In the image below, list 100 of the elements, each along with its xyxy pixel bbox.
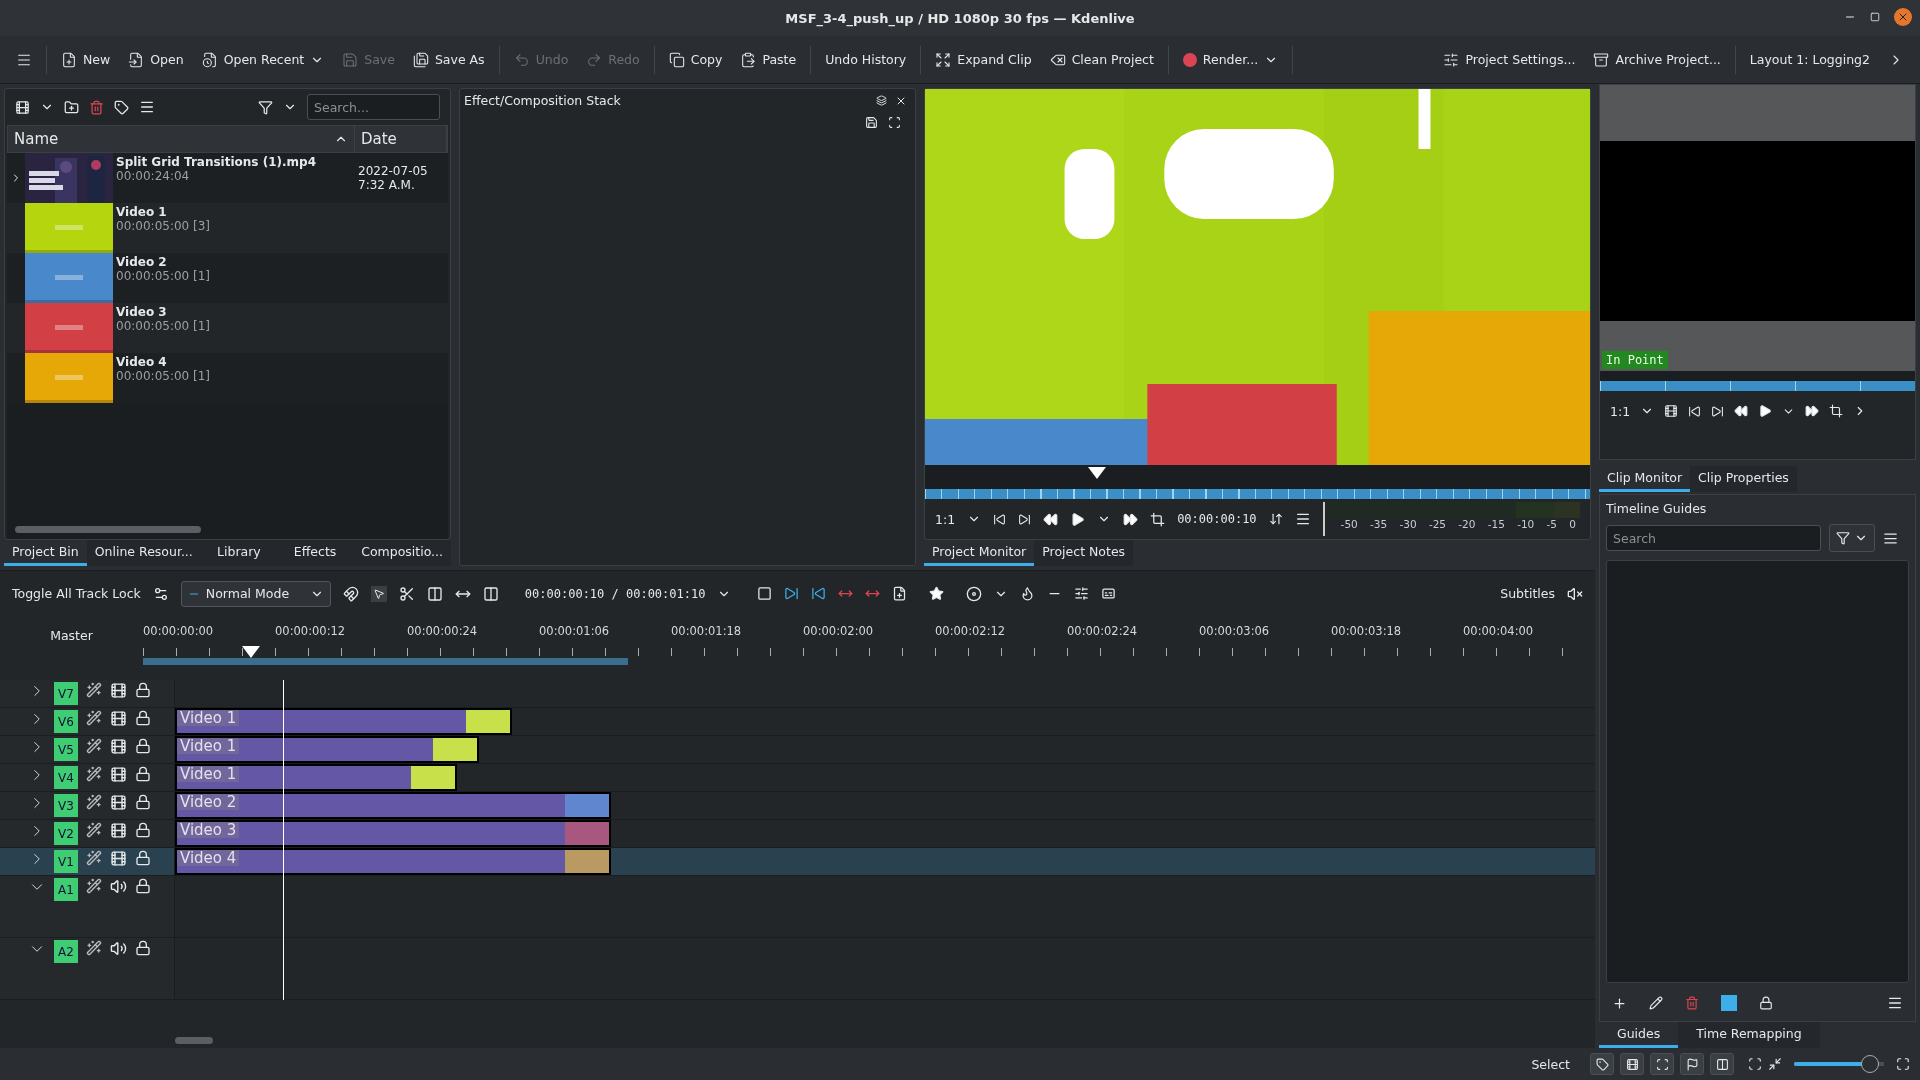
lock-icon[interactable] xyxy=(135,710,151,726)
timeline-clip[interactable]: Video 3 xyxy=(175,820,611,847)
zoom-selector[interactable]: 1:1 xyxy=(935,511,956,527)
film-button[interactable] xyxy=(1620,1053,1644,1075)
track-name[interactable]: V3 xyxy=(54,794,78,817)
bin-item[interactable]: Video 3 00:00:05:00 [1] xyxy=(7,303,448,353)
columns-button[interactable] xyxy=(1710,1053,1734,1075)
toolbar-button[interactable]: Clean Project xyxy=(1041,44,1162,75)
lock-icon[interactable] xyxy=(1759,996,1773,1010)
lock-icon[interactable] xyxy=(135,766,151,782)
zoom-selector[interactable]: 1:1 xyxy=(1610,403,1631,419)
wand-icon[interactable] xyxy=(86,878,102,894)
toolbar-button[interactable]: Project Settings... xyxy=(1435,44,1584,75)
toolbar-button[interactable]: Open xyxy=(120,44,192,75)
scrollbar-handle[interactable] xyxy=(15,525,201,533)
track-name[interactable]: V7 xyxy=(54,682,78,705)
lock-icon[interactable] xyxy=(135,878,151,894)
speaker-icon[interactable] xyxy=(110,878,127,895)
wand-icon[interactable] xyxy=(86,794,102,810)
menu-icon[interactable] xyxy=(1887,995,1903,1011)
forward-icon[interactable] xyxy=(1805,404,1820,418)
toolbar-button[interactable]: Open Recent xyxy=(193,44,333,75)
menu-icon[interactable] xyxy=(139,99,155,115)
wand-icon[interactable] xyxy=(86,738,102,754)
track-name[interactable]: A1 xyxy=(54,878,78,901)
pointer-icon[interactable] xyxy=(370,585,387,602)
wand-icon[interactable] xyxy=(86,710,102,726)
toolbar-button[interactable]: Paste xyxy=(732,44,805,75)
crop-icon[interactable] xyxy=(1829,404,1844,418)
tag-icon[interactable] xyxy=(114,99,129,115)
wand-icon[interactable] xyxy=(86,822,102,838)
delete-icon[interactable] xyxy=(1685,996,1699,1010)
wand-icon[interactable] xyxy=(86,682,102,698)
timeline-ruler[interactable]: 00:00:00:00 00:00:00:12 00:00:00:24 00:00:01:06 00:00:01:18 00:00:02:00 00:00:02:12 00:00:02:24 00:00:03:06 00:00:03:18 00:00:04:00 xyxy=(143,616,1595,680)
forward-icon[interactable] xyxy=(1123,511,1139,527)
file-icon[interactable] xyxy=(892,586,908,601)
timecode-field[interactable]: 00:00:00:10 xyxy=(1177,512,1257,526)
add-icon[interactable] xyxy=(1612,995,1627,1011)
timeline-clip[interactable]: Video 1 xyxy=(175,764,457,791)
delete-icon[interactable] xyxy=(89,99,104,115)
zoom-in-icon[interactable] xyxy=(1896,1057,1910,1071)
timeline-clip[interactable]: Video 1 xyxy=(175,736,479,763)
film-icon[interactable] xyxy=(110,822,127,839)
scrollbar-handle[interactable] xyxy=(175,1037,213,1044)
playhead-marker[interactable] xyxy=(242,646,260,658)
column-header[interactable]: Name xyxy=(8,126,355,152)
lock-icon[interactable] xyxy=(135,794,151,810)
film-icon[interactable] xyxy=(110,850,127,867)
toolbar-button[interactable]: Undo History xyxy=(817,44,915,75)
timecode-field[interactable]: 00:00:00:10 / 00:00:01:10 xyxy=(524,586,706,601)
sliders-icon[interactable] xyxy=(1074,586,1090,601)
wand-icon[interactable] xyxy=(86,850,102,866)
lock-icon[interactable] xyxy=(135,738,151,754)
toolbar-button[interactable]: Layout 1: Logging2 xyxy=(1741,44,1878,75)
search-field[interactable]: Search... xyxy=(307,94,440,120)
filter-button[interactable] xyxy=(1829,524,1875,552)
panel-tab[interactable]: Effects xyxy=(277,540,354,566)
lock-icon[interactable] xyxy=(135,682,151,698)
close-button[interactable] xyxy=(1894,8,1912,26)
magnet-icon[interactable] xyxy=(342,585,359,602)
film-icon[interactable] xyxy=(110,794,127,811)
scissors-icon[interactable] xyxy=(398,585,415,602)
record-icon[interactable] xyxy=(966,585,983,602)
zoom-fit-icon[interactable] xyxy=(1748,1057,1762,1071)
maximize-icon[interactable] xyxy=(1870,12,1880,22)
timeline-clip[interactable]: Video 2 xyxy=(175,792,611,819)
speaker-icon[interactable] xyxy=(110,940,127,957)
panel-tab[interactable]: Clip Properties xyxy=(1690,466,1797,492)
flag-button[interactable] xyxy=(1680,1053,1704,1075)
mute-icon[interactable] xyxy=(1567,585,1583,602)
wand-icon[interactable] xyxy=(86,766,102,782)
panel-tab[interactable]: Online Resour... xyxy=(86,540,201,566)
track-name[interactable]: A2 xyxy=(54,940,78,963)
toolbar-button[interactable]: Render... xyxy=(1174,44,1287,75)
lock-icon[interactable] xyxy=(135,940,151,956)
wand-icon[interactable] xyxy=(86,940,102,956)
rewind-icon[interactable] xyxy=(1043,511,1059,527)
frame-button[interactable] xyxy=(1650,1053,1674,1075)
folder-icon[interactable] xyxy=(64,99,79,115)
play-icon[interactable] xyxy=(1758,404,1773,418)
slider-thumb[interactable] xyxy=(1860,1055,1879,1073)
subtitles-button[interactable]: Subtitles xyxy=(1500,586,1555,601)
lock-icon[interactable] xyxy=(135,850,151,866)
toolbar-button[interactable]: Copy xyxy=(660,44,731,75)
menu-icon[interactable] xyxy=(1294,511,1311,527)
toolbar-button[interactable]: New xyxy=(53,44,119,75)
mode-selector[interactable]: Normal Mode xyxy=(180,580,331,607)
panel-tab[interactable]: Time Remapping xyxy=(1678,1022,1820,1048)
subtitle-icon[interactable] xyxy=(1101,586,1117,601)
zoom-out-icon[interactable] xyxy=(1768,1057,1782,1071)
track-lock-button[interactable]: Toggle All Track Lock xyxy=(12,586,141,601)
track-name[interactable]: V1 xyxy=(54,850,78,873)
film-icon[interactable] xyxy=(110,738,127,755)
lock-icon[interactable] xyxy=(135,822,151,838)
toolbar-button[interactable]: Expand Clip xyxy=(927,44,1040,75)
save-icon[interactable] xyxy=(865,116,878,129)
panel-tab[interactable]: Library xyxy=(200,540,277,566)
track-name[interactable]: V5 xyxy=(54,738,78,761)
color-swatch[interactable] xyxy=(1721,995,1737,1011)
bin-item[interactable]: Video 1 00:00:05:00 [3] xyxy=(7,203,448,253)
